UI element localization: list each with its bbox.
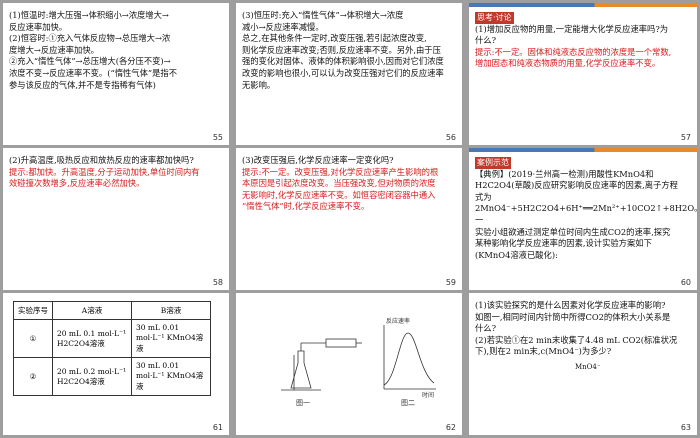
table-row: ① 20 mL 0.1 mol·L⁻¹ H2C2O4溶液 30 mL 0.01 … (13, 319, 211, 358)
line: 参与该反应的气体,并不是专指稀有气体) (9, 79, 156, 90)
section-tag: 案例示范 (475, 157, 511, 169)
line: ②充入“惰性气体”→总压增大(各分压不变)→ (9, 56, 171, 67)
line: 强的变化对固体、液体的体积影响很小,因而对它们浓度 (242, 56, 444, 67)
slide-number: 55 (212, 133, 223, 142)
slide-number: 61 (212, 423, 223, 432)
line: (1)增加反应物的用量,一定能增大化学反应速率吗?为 (475, 23, 669, 34)
slide-63[interactable]: (1)该实验探究的是什么因素对化学反应速率的影响? 如图一,相同时间内针筒中所得… (469, 293, 697, 435)
figure-caption-2: 图二 (401, 399, 415, 407)
hint-line: “惰性气体”时,化学反应速率不变。 (242, 201, 370, 212)
experiment-table: 实验序号 A溶液 B溶液 ① 20 mL 0.1 mol·L⁻¹ H2C2O4溶… (13, 301, 211, 396)
line: 【典例】(2019·兰州高一检测)用酸性KMnO4和 (475, 168, 654, 179)
slide-60[interactable]: 案例示范 【典例】(2019·兰州高一检测)用酸性KMnO4和 H2C2O4(草… (469, 148, 697, 290)
line: 改变的影响也很小,可以认为改变压强对它们的反应速率 (242, 67, 444, 78)
hint-line: 无影响时,化学反应速率不变。如恒容密闭容器中通入 (242, 189, 436, 200)
slide-text: (2)升高温度,吸热反应和放热反应的速率都加快吗? 提示:都加快。升高温度,分子… (9, 155, 223, 190)
slide-text: (1)恒温时:增大压强→体积缩小→浓度增大→ 反应速率加快。 (2)恒容时:①充… (9, 10, 223, 91)
hint-line: 提示:不一定。改变压强,对化学反应速率产生影响的根 (242, 166, 439, 177)
line: 式为2MnO4⁻+5H2C2O4+6H⁺══2Mn²⁺+10CO2↑+8H2O。… (475, 191, 697, 225)
flask-apparatus (281, 338, 362, 391)
slide-55[interactable]: (1)恒温时:增大压强→体积缩小→浓度增大→ 反应速率加快。 (2)恒容时:①充… (3, 3, 229, 145)
line: (3)改变压强后,化学反应速率一定变化吗? (242, 155, 394, 165)
table-header: B溶液 (131, 301, 211, 320)
line: (KMnO4溶液已酸化): (475, 249, 558, 260)
line: (3)恒压时:充入“惰性气体”→体积增大→浓度 (242, 10, 404, 20)
hint-line: 提示:都加快。升高温度,分子运动加快,单位时间内有 (9, 166, 200, 177)
slide-number: 58 (212, 278, 223, 287)
table-header: A溶液 (52, 301, 132, 320)
line: 实验小组欲通过测定单位时间内生成CO2的速率,探究 (475, 226, 671, 237)
apparatus-figure: 图一 反应速率 时间 图二 (281, 317, 436, 407)
table-cell: ① (13, 319, 53, 358)
slide-text: 思考·讨论 (1)增加反应物的用量,一定能增大化学反应速率吗?为 什么? 提示:… (475, 12, 691, 70)
slide-text: (3)改变压强后,化学反应速率一定变化吗? 提示:不一定。改变压强,对化学反应速… (242, 155, 456, 213)
table-cell: 20 mL 0.1 mol·L⁻¹ H2C2O4溶液 (52, 319, 132, 358)
accent-bar (469, 148, 697, 152)
line: (1)该实验探究的是什么因素对化学反应速率的影响? (475, 300, 666, 310)
slide-number: 59 (445, 278, 456, 287)
line: 如图一,相同时间内针筒中所得CO2的体积大小关系是 (475, 311, 671, 322)
line: 什么? (475, 35, 497, 46)
slide-text: 案例示范 【典例】(2019·兰州高一检测)用酸性KMnO4和 H2C2O4(草… (475, 157, 697, 261)
hint-line: 效碰撞次数增多,反应速率必然加快。 (9, 178, 145, 189)
table-cell: ② (13, 357, 53, 396)
slide-number: 57 (680, 133, 691, 142)
formula-note: MnO4⁻ (575, 362, 601, 371)
slide-text: (3)恒压时:充入“惰性气体”→体积增大→浓度 减小→反应速率减慢。 总之,在其… (242, 10, 456, 91)
line: (2)恒容时:①充入气体反应物→总压增大→浓 (9, 33, 171, 44)
slide-61[interactable]: 实验序号 A溶液 B溶液 ① 20 mL 0.1 mol·L⁻¹ H2C2O4溶… (3, 293, 229, 435)
slide-59[interactable]: (3)改变压强后,化学反应速率一定变化吗? 提示:不一定。改变压强,对化学反应速… (236, 148, 462, 290)
line: 总之,在其他条件一定时,改变压强,若引起浓度改变, (242, 33, 427, 44)
line: 浓度不变→反应速率不变。(“惰性气体”是指不 (9, 67, 178, 78)
slide-62[interactable]: 图一 反应速率 时间 图二 62 (236, 293, 462, 435)
figure-caption-1: 图一 (296, 399, 310, 407)
line: 无影响。 (242, 79, 276, 90)
slide-number: 63 (680, 423, 691, 432)
hint-line: 本原因是引起浓度改变。当压强改变,但对物质的浓度 (242, 178, 436, 189)
line: (1)恒温时:增大压强→体积缩小→浓度增大→ (9, 10, 169, 20)
slide-number: 56 (445, 133, 456, 142)
rate-graph (383, 325, 436, 390)
slide-56[interactable]: (3)恒压时:充入“惰性气体”→体积增大→浓度 减小→反应速率减慢。 总之,在其… (236, 3, 462, 145)
slide-number: 60 (680, 278, 691, 287)
line: (2)若实验①在2 min末收集了4.48 mL CO2(标准状况 (475, 334, 678, 345)
table-cell: 30 mL 0.01 mol·L⁻¹ KMnO4溶液 (131, 319, 211, 358)
table-cell: 20 mL 0.2 mol·L⁻¹ H2C2O4溶液 (52, 357, 132, 396)
line: 某种影响化学反应速率的因素,设计实验方案如下 (475, 238, 652, 249)
y-axis-label: 反应速率 (386, 317, 410, 325)
slide-57[interactable]: 思考·讨论 (1)增加反应物的用量,一定能增大化学反应速率吗?为 什么? 提示:… (469, 3, 697, 145)
slide-58[interactable]: (2)升高温度,吸热反应和放热反应的速率都加快吗? 提示:都加快。升高温度,分子… (3, 148, 229, 290)
line: 反应速率加快。 (9, 21, 68, 32)
table-row: ② 20 mL 0.2 mol·L⁻¹ H2C2O4溶液 30 mL 0.01 … (13, 357, 211, 396)
line: 度增大→反应速率加快。 (9, 44, 99, 55)
x-axis-label: 时间 (422, 391, 434, 399)
hint-line: 增加固态和纯液态物质的用量,化学反应速率不变。 (475, 58, 661, 69)
section-tag: 思考·讨论 (475, 12, 514, 24)
line: 什么? (475, 323, 497, 334)
line: H2C2O4(草酸)反应研究影响反应速率的因素,离子方程 (475, 180, 678, 191)
slide-number: 62 (445, 423, 456, 432)
hint-line: 提示:不一定。固体和纯液态反应物的浓度是一个常数, (475, 46, 672, 57)
slide-grid: (1)恒温时:增大压强→体积缩小→浓度增大→ 反应速率加快。 (2)恒容时:①充… (0, 0, 700, 438)
line: 下),则在2 min末,c(MnO4⁻)为多少? (475, 346, 612, 357)
line: 减小→反应速率减慢。 (242, 21, 324, 32)
line: 则化学反应速率改变;否则,反应速率不变。另外,由于压 (242, 44, 441, 55)
slide-text: (1)该实验探究的是什么因素对化学反应速率的影响? 如图一,相同时间内针筒中所得… (475, 300, 691, 374)
table-cell: 30 mL 0.01 mol·L⁻¹ KMnO4溶液 (131, 357, 211, 396)
line: (2)升高温度,吸热反应和放热反应的速率都加快吗? (9, 155, 194, 165)
table-header: 实验序号 (13, 301, 53, 320)
accent-bar (469, 3, 697, 7)
